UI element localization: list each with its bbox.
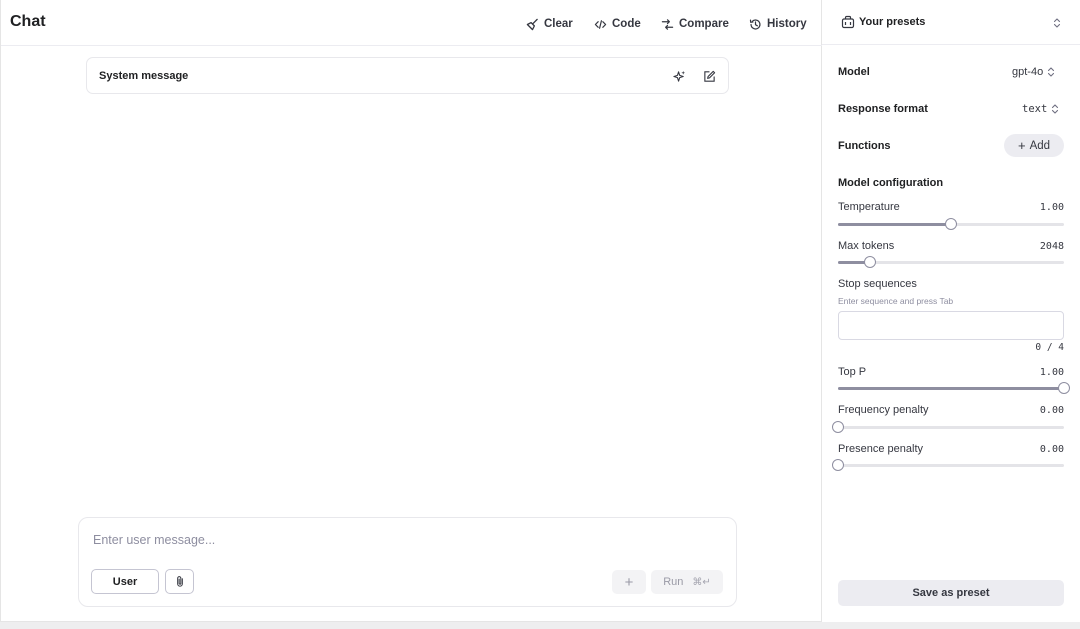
temperature-label: Temperature <box>838 201 900 213</box>
settings-sidebar: Your presets Model gpt-4o Response forma… <box>822 0 1080 622</box>
stop-sequences-label: Stop sequences <box>838 278 917 290</box>
slider-fill <box>838 387 1064 390</box>
clear-button[interactable]: Clear <box>526 15 573 33</box>
presence-penalty-value[interactable]: 0.00 <box>1040 444 1064 455</box>
slider-thumb[interactable] <box>1058 382 1070 394</box>
system-message-label: System message <box>99 70 189 82</box>
chevron-updown-icon <box>1053 18 1061 28</box>
response-format-label: Response format <box>838 103 928 115</box>
chat-header: Chat Clear Code Compare History <box>1 0 822 46</box>
model-value: gpt-4o <box>1012 66 1044 78</box>
slider-thumb[interactable] <box>832 459 844 471</box>
top-p-slider[interactable] <box>838 382 1070 394</box>
add-label: Add <box>1029 139 1051 152</box>
system-message-box[interactable]: System message <box>86 57 729 94</box>
add-message-button[interactable]: + <box>612 570 646 594</box>
add-function-button[interactable]: + Add <box>1004 134 1064 157</box>
edit-icon <box>703 70 715 82</box>
paperclip-icon <box>176 576 183 587</box>
top-p-value[interactable]: 1.00 <box>1040 367 1064 378</box>
chevron-updown-icon <box>1052 104 1059 114</box>
slider-thumb[interactable] <box>945 218 957 230</box>
model-config-heading: Model configuration <box>838 177 944 189</box>
slider-track <box>838 426 1064 429</box>
functions-label: Functions <box>838 140 891 152</box>
temperature-slider[interactable] <box>838 218 1064 230</box>
top-p-label: Top P <box>838 366 867 378</box>
run-label: Run <box>663 576 684 588</box>
code-button[interactable]: Code <box>594 15 641 33</box>
presets-label: Your presets <box>859 16 926 28</box>
response-format-value: text <box>1022 103 1048 115</box>
frequency-penalty-slider[interactable] <box>832 421 1064 433</box>
frequency-penalty-label: Frequency penalty <box>838 404 929 416</box>
presets-selector[interactable]: Your presets <box>822 0 1080 45</box>
chat-panel: Chat Clear Code Compare History System m… <box>1 0 822 622</box>
attach-button[interactable] <box>165 569 194 594</box>
history-button[interactable]: History <box>749 15 807 33</box>
frequency-penalty-value[interactable]: 0.00 <box>1040 405 1064 416</box>
role-toggle-button[interactable]: User <box>91 569 159 594</box>
save-preset-button[interactable]: Save as preset <box>838 580 1064 606</box>
history-icon <box>749 18 761 30</box>
sparkle-icon <box>672 70 685 82</box>
chevron-updown-icon <box>1048 67 1055 77</box>
slider-thumb[interactable] <box>864 256 877 268</box>
playground-app: Chat Clear Code Compare History System m… <box>0 0 1080 622</box>
message-composer: User + Run ⌘↵ <box>78 517 737 607</box>
max-tokens-label: Max tokens <box>838 240 895 252</box>
slider-thumb[interactable] <box>832 421 844 433</box>
compare-icon <box>661 18 674 30</box>
temperature-value[interactable]: 1.00 <box>1040 202 1064 213</box>
stop-sequences-count: 0 / 4 <box>1035 342 1064 353</box>
stop-sequences-hint: Enter sequence and press Tab <box>838 296 954 306</box>
plus-icon: + <box>624 573 634 591</box>
user-message-input[interactable] <box>93 533 693 547</box>
clear-label: Clear <box>544 18 573 30</box>
bottom-strip <box>0 622 1080 629</box>
compare-button[interactable]: Compare <box>661 15 729 33</box>
model-select[interactable]: gpt-4o <box>1012 66 1055 78</box>
max-tokens-value[interactable]: 2048 <box>1040 241 1064 252</box>
code-icon <box>594 19 607 29</box>
broom-icon <box>526 18 538 30</box>
presets-icon <box>841 15 855 29</box>
presence-penalty-label: Presence penalty <box>838 443 923 455</box>
code-label: Code <box>612 18 641 30</box>
edit-button[interactable] <box>701 68 717 84</box>
run-shortcut: ⌘↵ <box>692 576 711 588</box>
run-button[interactable]: Run ⌘↵ <box>651 570 723 594</box>
slider-track <box>838 464 1064 467</box>
history-label: History <box>767 18 807 30</box>
slider-fill <box>838 223 951 226</box>
model-label: Model <box>838 66 870 78</box>
plus-icon: + <box>1017 138 1026 153</box>
presence-penalty-slider[interactable] <box>832 459 1064 471</box>
stop-sequences-input[interactable] <box>838 311 1064 340</box>
page-title: Chat <box>10 13 46 30</box>
generate-button[interactable] <box>671 68 687 84</box>
max-tokens-slider[interactable] <box>838 256 1064 268</box>
response-format-select[interactable]: text <box>1022 103 1059 115</box>
compare-label: Compare <box>679 18 729 30</box>
